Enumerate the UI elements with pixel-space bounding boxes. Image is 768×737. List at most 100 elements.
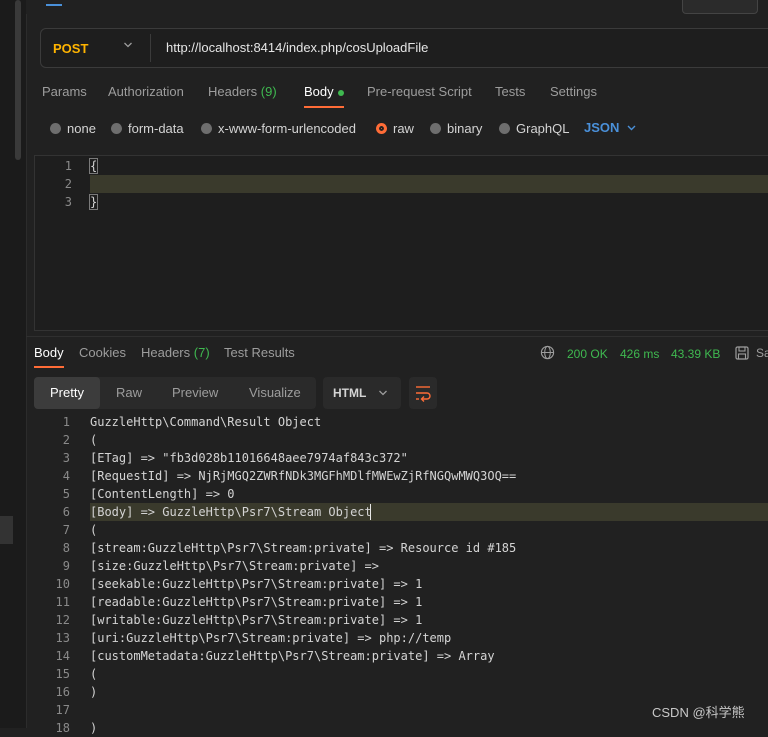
response-code-line: ) — [90, 685, 98, 699]
tab-body[interactable]: Body — [304, 84, 344, 104]
line-number: 12 — [55, 613, 70, 627]
radio-raw[interactable]: raw — [376, 120, 414, 136]
view-visualize-button[interactable]: Visualize — [249, 377, 301, 409]
response-code-line: [ContentLength] => 0 — [90, 487, 235, 501]
wrap-lines-icon — [416, 386, 431, 402]
watermark: CSDN @科学熊 — [652, 705, 745, 720]
line-number: 10 — [55, 577, 70, 591]
response-code-line: [RequestId] => NjRjMGQ2ZWRfNDk3MGFhMDlfM… — [90, 469, 517, 483]
response-code-line: [stream:GuzzleHttp\Psr7\Stream:private] … — [90, 541, 517, 555]
request-type-icon — [46, 0, 62, 6]
sidebar-scrollbar[interactable] — [15, 0, 21, 160]
response-size[interactable]: 43.39 KB — [671, 346, 720, 362]
response-code-line: ( — [90, 667, 98, 681]
tab-label: Cookies — [79, 345, 126, 360]
chevron-down-icon — [124, 42, 132, 48]
line-number: 17 — [55, 703, 70, 717]
response-tab-test-results[interactable]: Test Results — [224, 345, 295, 361]
tab-headers[interactable]: Headers (9) — [208, 84, 277, 104]
radio-x-www-form-urlencoded[interactable]: x-www-form-urlencoded — [201, 120, 356, 136]
tab-params[interactable]: Params — [42, 84, 87, 104]
response-tab-body[interactable]: Body — [34, 345, 64, 361]
radio-graphql[interactable]: GraphQL — [499, 120, 569, 136]
response-code-line: [readable:GuzzleHttp\Psr7\Stream:private… — [90, 595, 423, 609]
radio-form-data[interactable]: form-data — [111, 120, 184, 136]
view-preview-button[interactable]: Preview — [172, 377, 218, 409]
left-sidebar-rail — [0, 0, 27, 728]
line-number: 13 — [55, 631, 70, 645]
tab-label: Body — [34, 345, 64, 360]
status-code[interactable]: 200 OK — [567, 346, 608, 362]
chevron-down-icon — [627, 125, 636, 130]
tab-authorization[interactable]: Authorization — [108, 84, 184, 104]
save-icon[interactable] — [734, 345, 750, 361]
response-code-line: [ETag] => "fb3d028b11016648aee7974af843c… — [90, 451, 408, 465]
line-number: 2 — [64, 177, 72, 191]
line-number: 1 — [64, 159, 72, 173]
url-input[interactable]: http://localhost:8414/index.php/cosUploa… — [166, 28, 428, 68]
line-number: 3 — [62, 451, 70, 465]
line-number: 11 — [55, 595, 70, 609]
save-request-button[interactable] — [682, 0, 758, 14]
active-line-highlight — [90, 175, 768, 193]
response-code-line: ( — [90, 523, 98, 537]
radio-label: raw — [393, 120, 414, 136]
line-number: 14 — [55, 649, 70, 663]
line-number: 3 — [64, 195, 72, 209]
line-number: 18 — [55, 721, 70, 735]
radio-icon — [499, 122, 510, 134]
url-divider — [150, 34, 151, 62]
response-code-line: [customMetadata:GuzzleHttp\Psr7\Stream:p… — [90, 649, 495, 663]
tab-label: Tests — [495, 84, 526, 99]
method-label: POST — [53, 40, 89, 56]
radio-selected-icon — [376, 122, 387, 134]
body-modified-dot — [337, 89, 344, 96]
line-number: 16 — [55, 685, 70, 699]
radio-binary[interactable]: binary — [430, 120, 482, 136]
line-number: 8 — [62, 541, 70, 555]
line-number: 1 — [62, 415, 70, 429]
response-tab-cookies[interactable]: Cookies — [79, 345, 126, 361]
tab-label: Test Results — [224, 345, 295, 360]
radio-none[interactable]: none — [50, 120, 96, 136]
line-number: 15 — [55, 667, 70, 681]
response-language-select[interactable]: HTML — [323, 377, 401, 409]
pane-divider[interactable] — [26, 336, 768, 337]
response-code-line: [uri:GuzzleHttp\Psr7\Stream:private] => … — [90, 631, 452, 645]
radio-label: binary — [447, 120, 483, 136]
tab-label: Params — [42, 84, 87, 99]
active-tab-underline — [34, 366, 64, 368]
view-raw-button[interactable]: Raw — [116, 377, 142, 409]
tab-label: Settings — [550, 84, 597, 99]
request-header-strip — [26, 0, 768, 14]
sidebar-collapsed-item[interactable] — [0, 516, 13, 544]
tab-tests[interactable]: Tests — [495, 84, 525, 104]
radio-icon — [201, 122, 212, 134]
radio-label: x-www-form-urlencoded — [218, 120, 356, 136]
radio-label: GraphQL — [516, 120, 570, 136]
radio-icon — [430, 122, 441, 134]
globe-icon[interactable] — [540, 345, 555, 360]
response-time[interactable]: 426 ms — [620, 346, 659, 362]
line-number: 4 — [62, 469, 70, 483]
matched-brace: } — [88, 194, 99, 210]
radio-icon — [50, 122, 61, 134]
code-line: { — [88, 157, 99, 175]
line-number: 6 — [62, 505, 70, 519]
view-pretty-button[interactable]: Pretty — [34, 377, 100, 409]
chevron-down-icon — [379, 390, 387, 396]
wrap-lines-button[interactable] — [409, 377, 437, 409]
response-code-line: ( — [90, 433, 98, 447]
radio-label: none — [67, 120, 96, 136]
tab-label: Authorization — [108, 84, 184, 99]
tab-settings[interactable]: Settings — [550, 84, 597, 104]
tab-pre-request-script[interactable]: Pre-request Script — [367, 84, 472, 104]
response-code-line: [Body] => GuzzleHttp\Psr7\Stream Object — [90, 505, 372, 519]
body-format-select[interactable]: JSON — [584, 120, 636, 135]
method-select[interactable]: POST — [40, 28, 150, 68]
response-code-line: ) — [90, 721, 98, 735]
tab-label: Body — [304, 84, 334, 99]
body-format-label: JSON — [584, 120, 620, 135]
response-tab-headers[interactable]: Headers (7) — [141, 345, 210, 361]
save-response-label[interactable]: Sa — [756, 346, 768, 360]
